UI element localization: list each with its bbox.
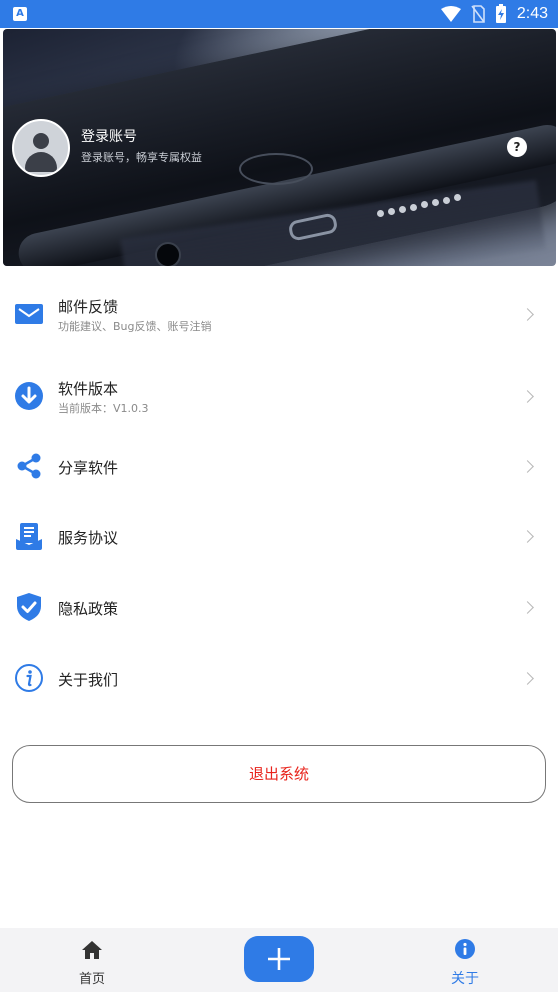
menu-item-software-version[interactable]: 软件版本 当前版本：V1.0.3 bbox=[0, 366, 558, 426]
menu-item-title: 关于我们 bbox=[58, 671, 119, 689]
no-sim-icon bbox=[471, 5, 485, 23]
menu-item-title: 服务协议 bbox=[58, 529, 119, 547]
profile-banner bbox=[3, 29, 556, 266]
avatar[interactable] bbox=[12, 119, 70, 177]
banner-speaker-dot bbox=[388, 208, 395, 215]
share-icon bbox=[17, 453, 41, 479]
nav-tab-about[interactable]: 关于 bbox=[434, 928, 496, 992]
banner-speaker-dot bbox=[410, 204, 417, 211]
menu-item-title: 软件版本 bbox=[58, 380, 119, 398]
banner-speaker-dot bbox=[377, 210, 384, 217]
avatar-shoulders bbox=[25, 152, 57, 172]
menu-item-about-us[interactable]: 关于我们 bbox=[0, 648, 558, 708]
banner-speaker-dot bbox=[432, 199, 439, 206]
status-bar: A 2:43 bbox=[0, 0, 558, 28]
menu-item-share-software[interactable]: 分享软件 bbox=[0, 436, 558, 496]
mail-icon bbox=[15, 304, 43, 324]
bottom-navigation: 首页 关于 bbox=[0, 928, 558, 992]
battery-charging-icon bbox=[495, 4, 506, 23]
wifi-icon bbox=[440, 6, 461, 22]
plus-icon bbox=[268, 948, 290, 970]
download-icon bbox=[15, 382, 43, 410]
banner-speaker-dot bbox=[399, 206, 406, 213]
logout-button[interactable]: 退出系统 bbox=[12, 745, 546, 803]
banner-speaker-dot bbox=[443, 197, 450, 204]
banner-phone-button bbox=[239, 153, 313, 185]
banner-phone-jack bbox=[155, 242, 181, 266]
menu-item-title: 分享软件 bbox=[58, 459, 119, 477]
chevron-right-icon bbox=[521, 672, 534, 685]
login-account-subtitle: 登录账号，畅享专属权益 bbox=[81, 151, 202, 164]
chevron-right-icon bbox=[521, 308, 534, 321]
info-icon bbox=[455, 939, 475, 959]
menu-item-email-feedback[interactable]: 邮件反馈 功能建议、Bug反馈、账号注销 bbox=[0, 284, 558, 344]
menu-item-privacy-policy[interactable]: 隐私政策 bbox=[0, 577, 558, 637]
login-account-title[interactable]: 登录账号 bbox=[81, 126, 137, 146]
banner-speaker-dot bbox=[454, 194, 461, 201]
chevron-right-icon bbox=[521, 601, 534, 614]
help-icon[interactable]: ? bbox=[507, 137, 527, 157]
avatar-head bbox=[33, 133, 49, 149]
info-icon bbox=[15, 664, 43, 692]
status-icons: 2:43 bbox=[440, 3, 548, 25]
shield-check-icon bbox=[17, 593, 41, 621]
home-icon bbox=[82, 941, 102, 959]
nav-tab-about-label: 关于 bbox=[451, 971, 479, 987]
clock: 2:43 bbox=[516, 5, 548, 22]
nav-tab-home-label: 首页 bbox=[78, 972, 105, 987]
menu-item-service-agreement[interactable]: 服务协议 bbox=[0, 506, 558, 566]
agreement-icon bbox=[16, 523, 42, 550]
chevron-right-icon bbox=[521, 460, 534, 473]
menu-item-title: 邮件反馈 bbox=[58, 298, 119, 316]
add-button[interactable] bbox=[244, 936, 314, 982]
chevron-right-icon bbox=[521, 390, 534, 403]
menu-item-subtitle: 当前版本：V1.0.3 bbox=[58, 402, 149, 415]
menu-item-subtitle: 功能建议、Bug反馈、账号注销 bbox=[58, 320, 212, 333]
app-notification-icon: A bbox=[13, 7, 27, 21]
banner-speaker-dot bbox=[421, 201, 428, 208]
nav-tab-home[interactable]: 首页 bbox=[62, 928, 122, 992]
chevron-right-icon bbox=[521, 530, 534, 543]
menu-item-title: 隐私政策 bbox=[58, 600, 119, 618]
